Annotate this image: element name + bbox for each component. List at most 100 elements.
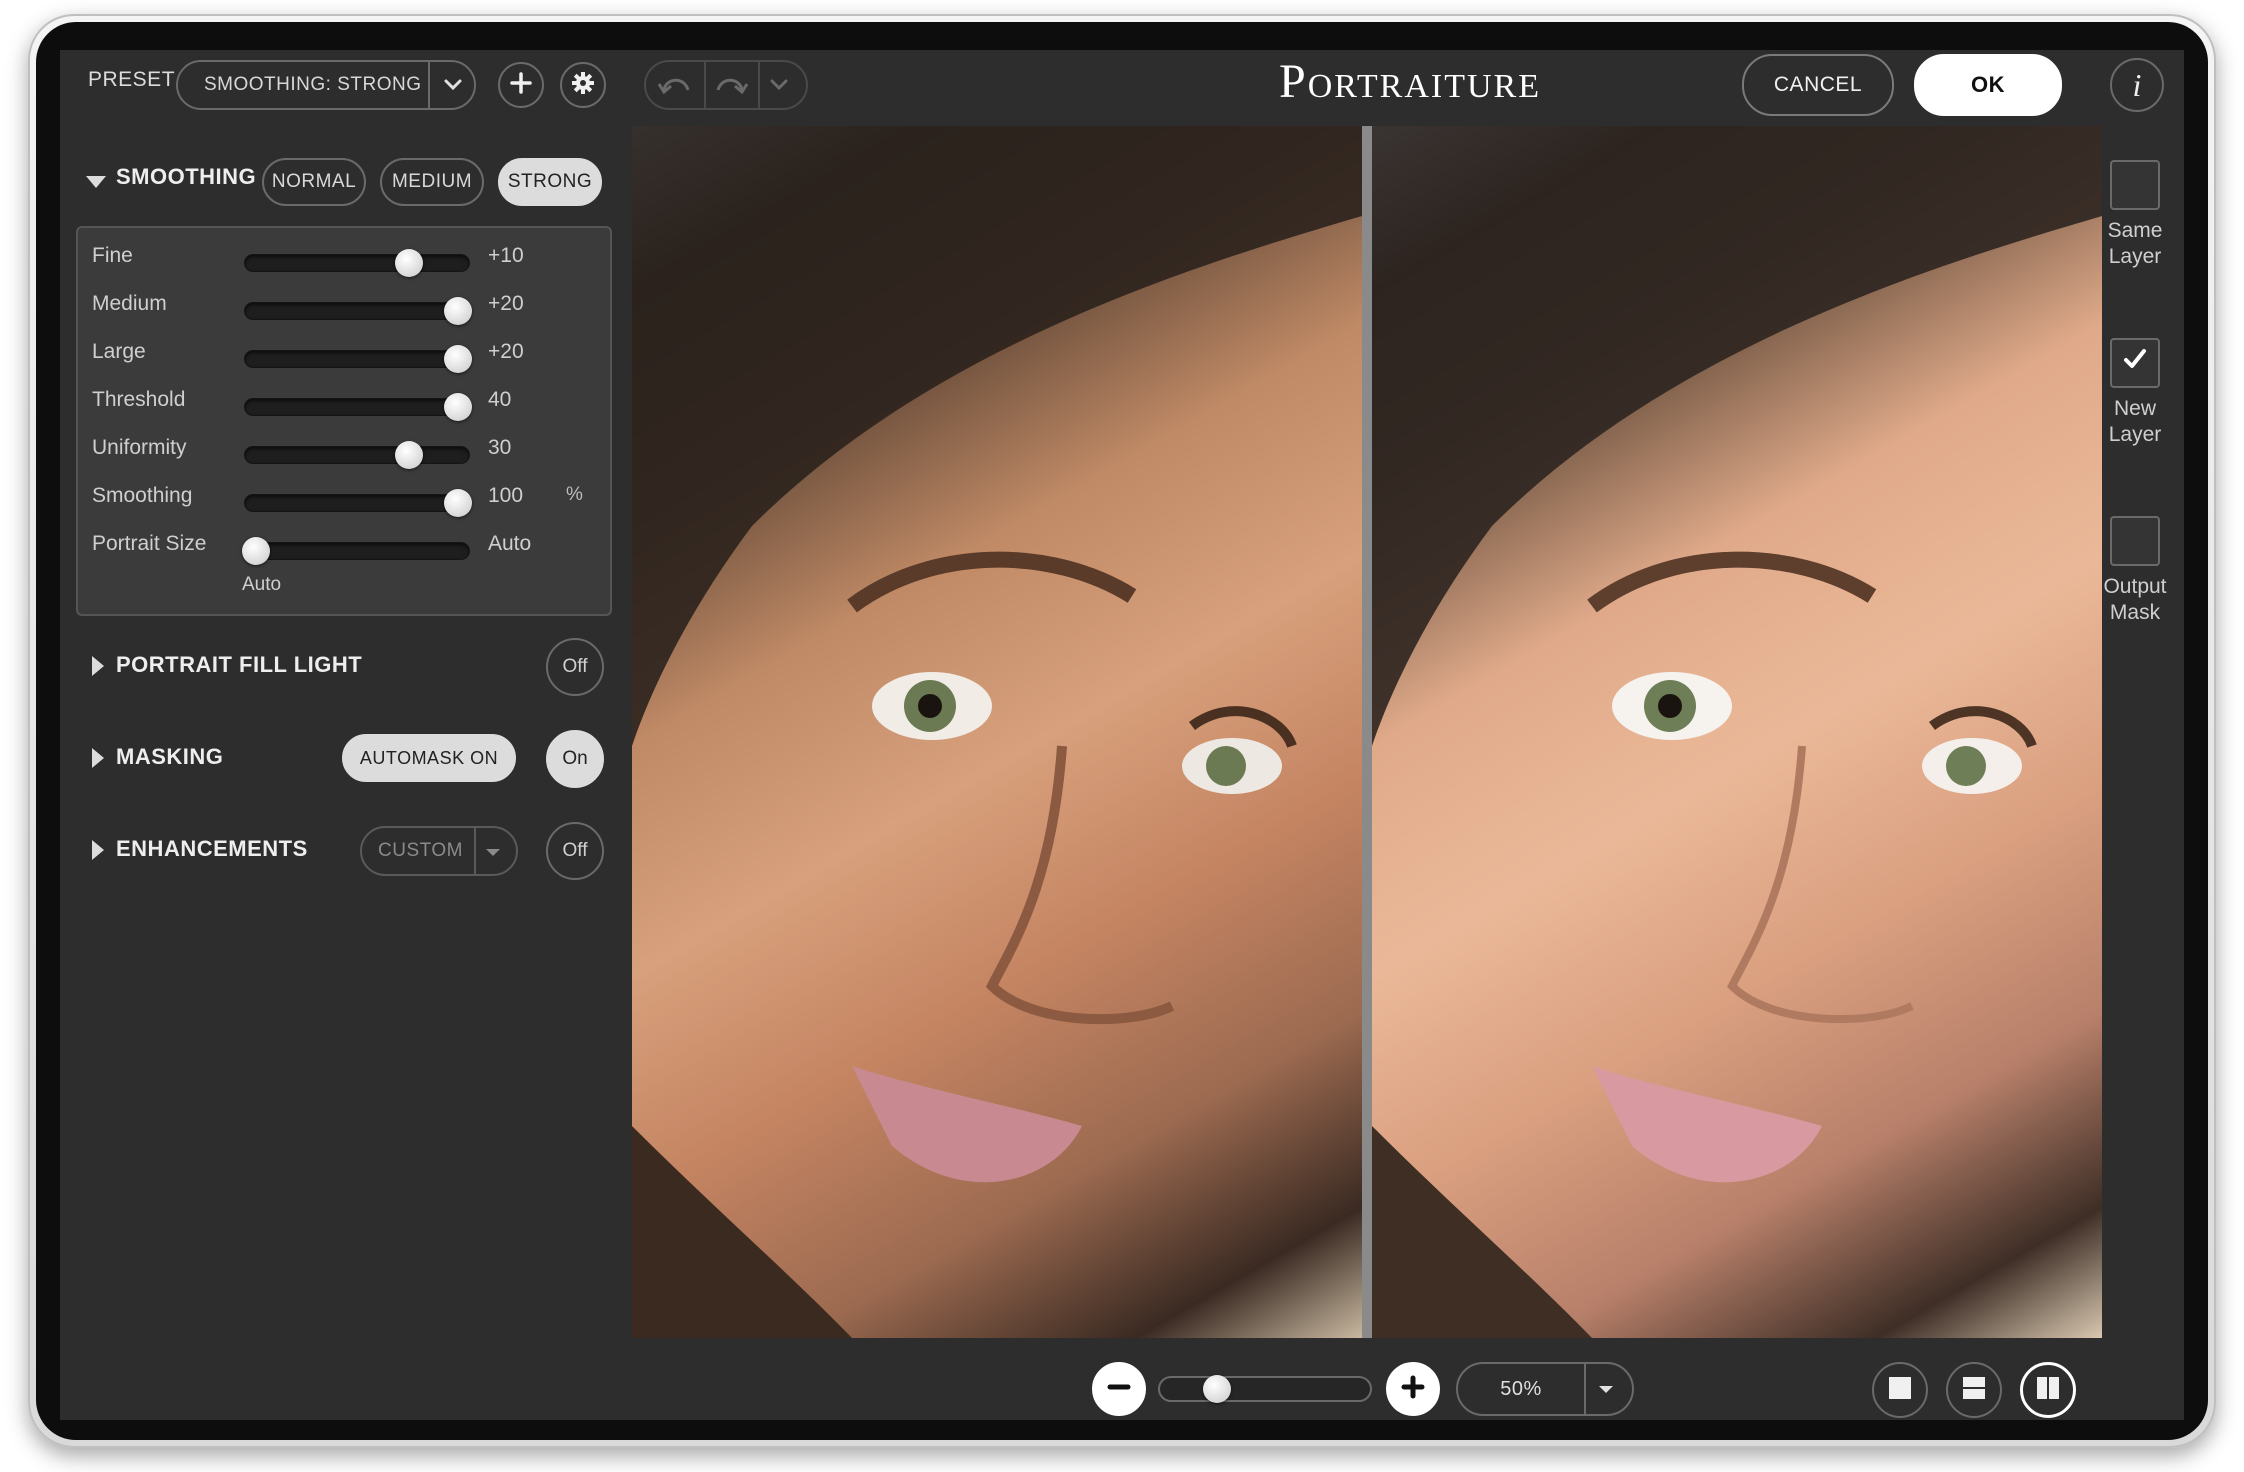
undo-icon[interactable]	[656, 70, 694, 106]
chevron-down-icon	[1592, 1376, 1620, 1410]
slider-value: Auto	[488, 532, 532, 555]
same-layer-label-line2: Layer	[2108, 245, 2162, 268]
slider-track[interactable]	[244, 345, 472, 373]
enhancements-preset-dropdown[interactable]: CUSTOM	[360, 826, 518, 876]
new-layer-label-line2: Layer	[2108, 423, 2162, 446]
smoothing-collapse-icon[interactable]	[86, 176, 106, 188]
slider-knob[interactable]	[394, 441, 423, 469]
slider-knob[interactable]	[443, 393, 472, 421]
view-split-vertical-button[interactable]	[2020, 1362, 2076, 1418]
smoothing-title[interactable]: SMOOTHING	[116, 164, 256, 190]
slider-track[interactable]	[242, 537, 470, 565]
slider-row-fine: Fine +10	[78, 238, 610, 278]
original-preview[interactable]	[632, 126, 1362, 1338]
new-layer-checkbox[interactable]	[2110, 338, 2160, 388]
history-divider-2	[758, 62, 760, 108]
slider-track[interactable]	[244, 489, 472, 517]
zoom-slider-track[interactable]	[1158, 1375, 1372, 1403]
masking-toggle[interactable]: On	[546, 730, 604, 788]
output-mask-checkbox[interactable]	[2110, 516, 2160, 566]
slider-track[interactable]	[244, 249, 470, 277]
enhancements-toggle[interactable]: Off	[546, 822, 604, 880]
slider-knob[interactable]	[443, 489, 472, 517]
enhancements-expand-icon[interactable]	[92, 840, 104, 860]
same-layer-checkbox[interactable]	[2110, 160, 2160, 210]
slider-label: Large	[92, 340, 146, 363]
enhancements-title[interactable]: ENHANCEMENTS	[116, 836, 308, 862]
preset-value: SMOOTHING: STRONG	[204, 74, 422, 95]
slider-track[interactable]	[244, 393, 472, 421]
chevron-down-icon	[480, 840, 506, 870]
preset-dropdown-divider	[428, 62, 430, 108]
chevron-down-icon	[438, 70, 468, 106]
slider-knob[interactable]	[443, 345, 472, 373]
fill-light-expand-icon[interactable]	[92, 656, 104, 676]
zoom-dropdown-divider	[1584, 1364, 1586, 1414]
chevron-down-icon[interactable]	[764, 70, 794, 106]
checkmark-icon	[2120, 344, 2150, 382]
portrait-size-caption: Auto	[242, 574, 282, 595]
slider-row-uniformity: Uniformity 30	[78, 430, 610, 470]
history-divider-1	[704, 62, 706, 108]
output-mask-label: Output Mask	[2090, 574, 2180, 626]
add-preset-button[interactable]	[498, 62, 544, 108]
view-single-button[interactable]	[1872, 1362, 1928, 1418]
slider-knob[interactable]	[242, 537, 271, 565]
automask-button[interactable]: AUTOMASK ON	[342, 734, 516, 782]
slider-row-threshold: Threshold 40	[78, 382, 610, 422]
slider-knob[interactable]	[394, 249, 423, 277]
zoom-dropdown[interactable]: 50%	[1456, 1362, 1634, 1416]
slider-value: +20	[488, 340, 524, 363]
plus-icon	[508, 70, 534, 101]
zoom-in-button[interactable]	[1386, 1362, 1440, 1416]
gear-icon	[570, 70, 596, 101]
plus-icon	[1398, 1372, 1428, 1407]
split-vertical-icon	[2033, 1373, 2063, 1408]
output-mask-label-line2: Mask	[2109, 601, 2161, 624]
app-title: Portraiture	[1279, 55, 1541, 108]
enhancements-preset-value: CUSTOM	[378, 840, 463, 861]
fill-light-title[interactable]: PORTRAIT FILL LIGHT	[116, 652, 362, 678]
smoothing-sliders-panel: Fine +10 Medium +20 Large +20 Threshold …	[76, 226, 612, 616]
mode-medium-button[interactable]: MEDIUM	[380, 158, 484, 206]
zoom-slider-knob[interactable]	[1202, 1375, 1231, 1403]
slider-value: +10	[488, 244, 524, 267]
slider-label: Uniformity	[92, 436, 187, 459]
split-horizontal-icon	[1959, 1373, 1989, 1408]
slider-row-medium: Medium +20	[78, 286, 610, 326]
slider-value: +20	[488, 292, 524, 315]
info-icon: i	[2132, 66, 2142, 103]
info-button[interactable]: i	[2110, 58, 2164, 112]
mode-strong-button[interactable]: STRONG	[498, 158, 602, 206]
slider-row-portrait-size: Portrait Size Auto	[78, 526, 610, 566]
slider-knob[interactable]	[443, 297, 472, 325]
output-mask-label-line1: Output	[2103, 575, 2167, 598]
slider-label: Medium	[92, 292, 167, 315]
slider-track[interactable]	[244, 297, 472, 325]
slider-unit: %	[566, 484, 583, 505]
slider-track[interactable]	[244, 441, 470, 469]
retouched-preview[interactable]	[1372, 126, 2102, 1338]
view-split-horizontal-button[interactable]	[1946, 1362, 2002, 1418]
slider-row-large: Large +20	[78, 334, 610, 374]
slider-value: 30	[488, 436, 512, 459]
preview-divider[interactable]	[1362, 126, 1372, 1338]
cancel-button[interactable]: CANCEL	[1742, 54, 1894, 116]
new-layer-label-line1: New	[2113, 397, 2156, 420]
preset-dropdown[interactable]: SMOOTHING: STRONG	[176, 60, 476, 110]
redo-icon[interactable]	[712, 70, 750, 106]
zoom-value: 50%	[1500, 1377, 1542, 1400]
masking-title[interactable]: MASKING	[116, 744, 223, 770]
enhancements-dropdown-divider	[474, 828, 476, 874]
mode-normal-button[interactable]: NORMAL	[262, 158, 366, 206]
same-layer-label-line1: Same	[2107, 219, 2163, 242]
masking-expand-icon[interactable]	[92, 748, 104, 768]
portraiture-window: PRESET SMOOTHING: STRONG Portraiture CAN…	[60, 50, 2184, 1420]
retouched-face-illustration	[1372, 126, 2102, 1338]
ok-button[interactable]: OK	[1914, 54, 2062, 116]
zoom-out-button[interactable]	[1092, 1362, 1146, 1416]
minus-icon	[1104, 1372, 1134, 1407]
slider-value: 40	[488, 388, 512, 411]
preset-settings-button[interactable]	[560, 62, 606, 108]
fill-light-toggle[interactable]: Off	[546, 638, 604, 696]
